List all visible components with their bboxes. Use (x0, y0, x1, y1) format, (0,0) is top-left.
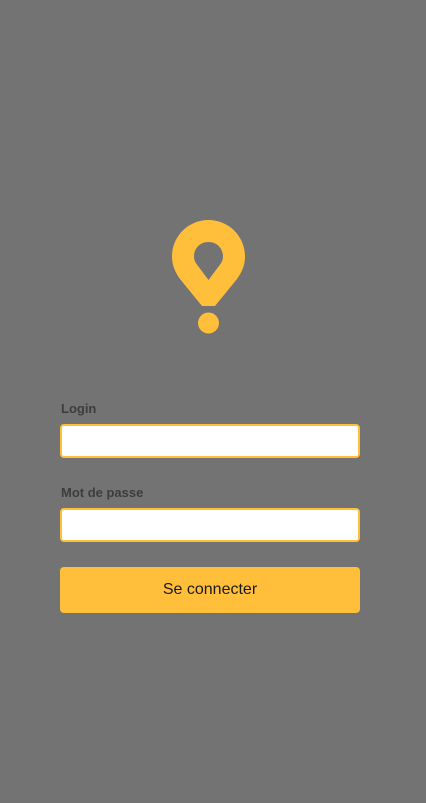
login-submit-button[interactable]: Se connecter (60, 567, 360, 613)
password-label: Mot de passe (61, 485, 144, 500)
login-label: Login (61, 401, 97, 416)
login-input[interactable] (60, 424, 360, 458)
password-input[interactable] (60, 508, 360, 542)
map-pin-icon (172, 220, 245, 334)
